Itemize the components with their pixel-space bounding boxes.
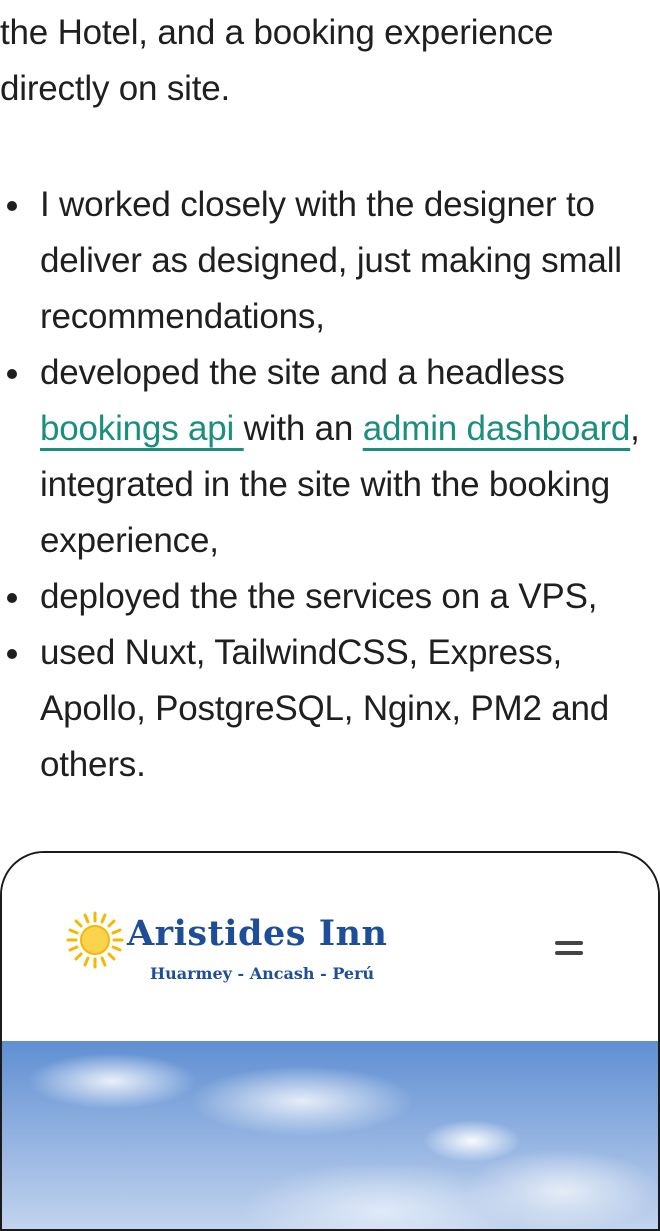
list-item-text: developed the site and a headless [40,353,565,392]
brand-location: Huarmey - Ancash - Perú [150,964,375,983]
brand-name[interactable]: Aristides Inn [127,913,387,954]
project-highlights-list: I worked closely with the designer to de… [0,177,660,793]
bookings-api-link[interactable]: bookings api [40,409,244,448]
sun-icon [66,911,124,969]
site-preview-frame[interactable]: Aristides Inn Huarmey - Ancash - Perú [0,851,660,1231]
list-item: deployed the the services on a VPS, [7,569,660,625]
hero-sky-image [2,1041,658,1229]
list-item: developed the site and a headless bookin… [7,345,660,569]
intro-paragraph: the Hotel, and a booking experience dire… [0,13,554,108]
list-item: used Nuxt, TailwindCSS, Express, Apollo,… [7,625,660,793]
site-header: Aristides Inn Huarmey - Ancash - Perú [2,853,658,1041]
list-item-text: with an [243,409,363,448]
admin-dashboard-link[interactable]: admin dashboard [363,409,631,448]
list-item: I worked closely with the designer to de… [7,177,660,345]
hamburger-menu-icon[interactable] [553,937,587,959]
